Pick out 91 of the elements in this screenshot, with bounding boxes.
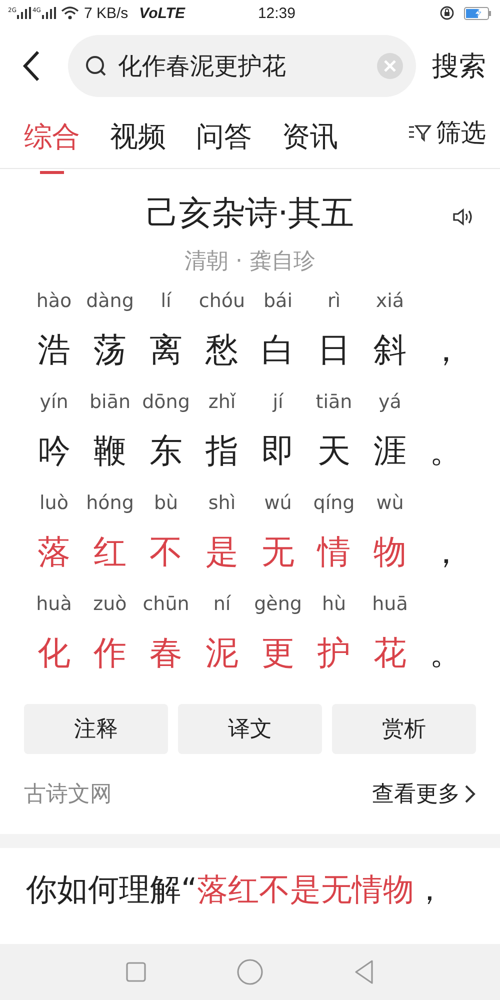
poem-character: 浩 bbox=[38, 329, 70, 371]
punctuation: ， bbox=[430, 531, 462, 573]
pinyin: huā bbox=[372, 593, 408, 617]
poem-character: 是 bbox=[206, 531, 238, 573]
pinyin: gèng bbox=[254, 593, 302, 617]
pinyin: zuò bbox=[93, 593, 127, 617]
pinyin: biān bbox=[89, 391, 131, 415]
poem-character: 不 bbox=[150, 531, 182, 573]
poem-character: 情 bbox=[318, 531, 350, 573]
pinyin: huà bbox=[36, 593, 72, 617]
pinyin: yín bbox=[40, 391, 68, 415]
clock-time: 12:39 bbox=[258, 4, 296, 22]
tab[interactable]: 视频 bbox=[110, 106, 166, 170]
punctuation: ， bbox=[430, 329, 462, 371]
poem-character: 即 bbox=[262, 430, 294, 472]
pinyin: bái bbox=[264, 290, 292, 314]
pinyin: xiá bbox=[376, 290, 404, 314]
pinyin: jí bbox=[272, 391, 284, 415]
pinyin: qíng bbox=[313, 492, 355, 516]
poem-tab-button[interactable]: 赏析 bbox=[332, 704, 476, 754]
home-icon[interactable] bbox=[236, 958, 264, 986]
source-label: 古诗文网 bbox=[24, 781, 112, 809]
pinyin: chūn bbox=[142, 593, 190, 617]
back-icon[interactable] bbox=[352, 959, 376, 985]
pinyin: chóu bbox=[198, 290, 246, 314]
poem-character: 白 bbox=[262, 329, 294, 371]
pinyin: ní bbox=[213, 593, 231, 617]
rotation-lock-icon bbox=[440, 6, 454, 20]
poem-character: 吟 bbox=[38, 430, 70, 472]
pinyin: bù bbox=[154, 492, 178, 516]
volte-label: VoLTE bbox=[139, 4, 185, 22]
poem-character: 愁 bbox=[206, 329, 238, 371]
poem-character: 泥 bbox=[206, 632, 238, 674]
chevron-right-icon bbox=[464, 784, 476, 804]
poem-title: 己亥杂诗·其五 bbox=[146, 192, 354, 234]
poem-author: 清朝 · 龚自珍 bbox=[184, 248, 316, 276]
poem-character: 日 bbox=[318, 329, 350, 371]
punctuation: 。 bbox=[430, 632, 462, 674]
search-field[interactable]: 化作春泥更护花 bbox=[68, 35, 416, 97]
poem-character: 离 bbox=[150, 329, 182, 371]
poem-character: 红 bbox=[94, 531, 126, 573]
poem-character: 作 bbox=[94, 632, 126, 674]
poem-character: 无 bbox=[262, 531, 294, 573]
tab[interactable]: 问答 bbox=[196, 106, 252, 170]
poem-character: 护 bbox=[318, 632, 350, 674]
network-speed: 7 KB/s bbox=[84, 4, 128, 22]
wifi-icon bbox=[60, 6, 79, 20]
poem-tab-button[interactable]: 译文 bbox=[178, 704, 322, 754]
pinyin: rì bbox=[327, 290, 341, 314]
pinyin: wú bbox=[264, 492, 292, 516]
signal-bars-icon bbox=[42, 7, 56, 19]
question-text[interactable]: 你如何理解“落红不是无情物， bbox=[26, 862, 474, 918]
pinyin: dōng bbox=[142, 391, 190, 415]
poem-character: 化 bbox=[38, 632, 70, 674]
filter-icon bbox=[408, 122, 432, 142]
search-icon bbox=[84, 54, 108, 78]
pinyin: luò bbox=[40, 492, 68, 516]
clear-icon[interactable] bbox=[376, 52, 404, 80]
search-input[interactable]: 化作春泥更护花 bbox=[118, 52, 366, 80]
poem-character: 物 bbox=[374, 531, 406, 573]
poem-character: 指 bbox=[206, 430, 238, 472]
pinyin: shì bbox=[208, 492, 236, 516]
pinyin: tiān bbox=[316, 391, 352, 415]
filter-button[interactable]: 筛选 bbox=[408, 106, 486, 149]
poem-character: 斜 bbox=[374, 329, 406, 371]
poem-character: 涯 bbox=[374, 430, 406, 472]
pinyin: dàng bbox=[86, 290, 134, 314]
pinyin: yá bbox=[378, 391, 402, 415]
poem-character: 东 bbox=[150, 430, 182, 472]
poem-character: 落 bbox=[38, 531, 70, 573]
poem-character: 荡 bbox=[94, 329, 126, 371]
poem-character: 天 bbox=[318, 430, 350, 472]
tab[interactable]: 资讯 bbox=[282, 106, 338, 170]
poem-character: 春 bbox=[150, 632, 182, 674]
search-button[interactable]: 搜索 bbox=[432, 48, 486, 84]
pinyin: hù bbox=[322, 593, 346, 617]
see-more-link[interactable]: 查看更多 bbox=[372, 779, 476, 809]
speaker-icon[interactable] bbox=[452, 207, 474, 227]
poem-tab-button[interactable]: 注释 bbox=[24, 704, 168, 754]
poem-character: 更 bbox=[262, 632, 294, 674]
pinyin: hào bbox=[36, 290, 72, 314]
pinyin: wù bbox=[376, 492, 404, 516]
signal-bars-icon bbox=[17, 7, 32, 19]
punctuation: 。 bbox=[430, 430, 462, 472]
poem-character: 花 bbox=[374, 632, 406, 674]
pinyin: hóng bbox=[86, 492, 134, 516]
pinyin: zhǐ bbox=[208, 391, 236, 415]
poem-character: 鞭 bbox=[94, 430, 126, 472]
pinyin: lí bbox=[160, 290, 172, 314]
recent-apps-icon[interactable] bbox=[124, 960, 148, 984]
battery-icon bbox=[464, 6, 492, 20]
